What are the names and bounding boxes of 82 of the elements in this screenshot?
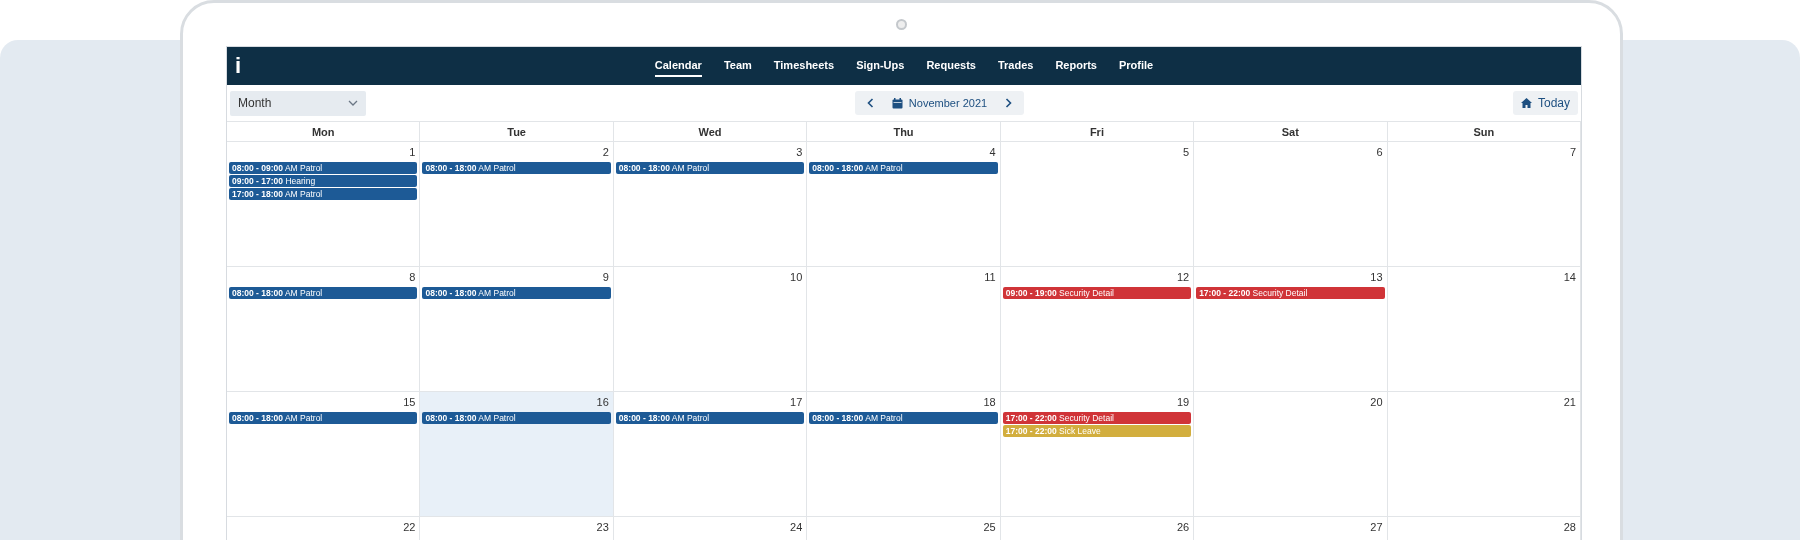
- day-cell[interactable]: 5: [1000, 142, 1195, 267]
- day-cell[interactable]: 16 08:00 - 18:00 AM Patrol: [420, 392, 614, 517]
- calendar-event[interactable]: 08:00 - 18:00 AM Patrol: [809, 162, 998, 174]
- nav-tab[interactable]: Team: [723, 55, 752, 77]
- calendar-event[interactable]: 08:00 - 18:00 AM Patrol: [422, 162, 611, 174]
- day-cell[interactable]: 3 08:00 - 18:00 AM Patrol: [613, 142, 808, 267]
- calendar-event[interactable]: 17:00 - 22:00 Security Detail: [1196, 287, 1385, 299]
- day-number: 27: [1369, 520, 1384, 535]
- nav-tab[interactable]: Timesheets: [773, 55, 835, 77]
- day-number: 20: [1369, 395, 1384, 410]
- chevron-down-icon: [348, 100, 358, 106]
- home-icon: [1520, 98, 1532, 108]
- day-cell[interactable]: 13 17:00 - 22:00 Security Detail: [1194, 267, 1388, 392]
- day-cell[interactable]: 9 08:00 - 18:00 AM Patrol: [420, 267, 614, 392]
- day-number: 4: [988, 145, 997, 160]
- day-number: 23: [595, 520, 610, 535]
- day-number: 1: [408, 145, 417, 160]
- calendar-event[interactable]: 17:00 - 22:00 Security Detail: [1002, 412, 1192, 424]
- today-button[interactable]: Today: [1512, 91, 1578, 115]
- calendar-event[interactable]: 08:00 - 18:00 AM Patrol: [422, 412, 611, 424]
- day-number: 12: [1175, 270, 1191, 285]
- logo: i: [234, 53, 243, 79]
- day-number: 5: [1182, 145, 1191, 160]
- day-number: 26: [1175, 520, 1191, 535]
- calendar-event[interactable]: 08:00 - 18:00 AM Patrol: [422, 287, 611, 299]
- day-cell[interactable]: 11: [807, 267, 1001, 392]
- month-picker-button[interactable]: November 2021: [881, 93, 998, 113]
- day-cell[interactable]: 7: [1387, 142, 1581, 267]
- day-number: 24: [789, 520, 804, 535]
- chevron-left-icon: [866, 98, 874, 108]
- calendar-icon: [891, 97, 903, 109]
- calendar-event[interactable]: 08:00 - 18:00 AM Patrol: [809, 412, 998, 424]
- day-number: 13: [1369, 270, 1384, 285]
- day-number: 3: [795, 145, 804, 160]
- day-number: 22: [402, 520, 417, 535]
- calendar-event[interactable]: 08:00 - 09:00 AM Patrol: [229, 162, 418, 174]
- calendar-event[interactable]: 17:00 - 18:00 AM Patrol: [229, 188, 418, 200]
- calendar-event[interactable]: 08:00 - 18:00 AM Patrol: [229, 287, 418, 299]
- day-cell[interactable]: 6: [1194, 142, 1388, 267]
- day-number: 21: [1562, 395, 1577, 410]
- day-number: 2: [601, 145, 610, 160]
- calendar-event[interactable]: 09:00 - 19:00 Security Detail: [1002, 287, 1192, 299]
- day-cell[interactable]: 19 17:00 - 22:00 Security Detail 17:00 - 22:00 Sick Leave: [1000, 392, 1195, 517]
- day-number: 8: [408, 270, 417, 285]
- day-cell[interactable]: 12 09:00 - 19:00 Security Detail: [1000, 267, 1195, 392]
- nav-tab[interactable]: Reports: [1055, 55, 1097, 77]
- day-number: 15: [402, 395, 417, 410]
- chevron-right-icon: [1005, 98, 1013, 108]
- view-dropdown[interactable]: Month: [230, 90, 366, 116]
- day-cell[interactable]: 10: [613, 267, 808, 392]
- calendar-event[interactable]: 09:00 - 17:00 Hearing: [229, 175, 418, 187]
- day-number: 18: [982, 395, 997, 410]
- nav-tab[interactable]: Trades: [997, 55, 1034, 77]
- day-number: 17: [789, 395, 804, 410]
- day-cell[interactable]: 21: [1387, 392, 1581, 517]
- day-cell[interactable]: 17 08:00 - 18:00 AM Patrol: [613, 392, 808, 517]
- camera-icon: [896, 19, 907, 30]
- day-number: 19: [1175, 395, 1191, 410]
- day-cell[interactable]: 4 08:00 - 18:00 AM Patrol: [807, 142, 1001, 267]
- nav-tab[interactable]: Sign-Ups: [856, 55, 905, 77]
- calendar-event[interactable]: 08:00 - 18:00 AM Patrol: [615, 162, 805, 174]
- day-number: 7: [1568, 145, 1577, 160]
- day-cell[interactable]: 20: [1194, 392, 1388, 517]
- day-cell[interactable]: 8 08:00 - 18:00 AM Patrol: [227, 267, 421, 392]
- day-number: 11: [983, 270, 997, 285]
- calendar-event[interactable]: 08:00 - 18:00 AM Patrol: [229, 412, 418, 424]
- day-number: 16: [595, 395, 610, 410]
- nav-tab[interactable]: Requests: [926, 55, 976, 77]
- nav-tab[interactable]: Profile: [1118, 55, 1154, 77]
- day-number: 6: [1375, 145, 1384, 160]
- nav-tab[interactable]: Calendar: [654, 55, 702, 77]
- day-number: 14: [1562, 270, 1577, 285]
- day-cell[interactable]: 15 08:00 - 18:00 AM Patrol: [227, 392, 421, 517]
- day-cell[interactable]: 14: [1387, 267, 1581, 392]
- day-cell[interactable]: 18 08:00 - 18:00 AM Patrol: [807, 392, 1001, 517]
- day-number: 25: [982, 520, 997, 535]
- day-cell[interactable]: 1 08:00 - 09:00 AM Patrol 09:00 - 17:00 Hearing 17:00 - 18:00 AM Patrol: [227, 142, 421, 267]
- day-number: 9: [601, 270, 610, 285]
- calendar-event[interactable]: 08:00 - 18:00 AM Patrol: [615, 412, 805, 424]
- day-number: 28: [1562, 520, 1577, 535]
- day-cell[interactable]: 2 08:00 - 18:00 AM Patrol: [420, 142, 614, 267]
- day-number: 10: [789, 270, 804, 285]
